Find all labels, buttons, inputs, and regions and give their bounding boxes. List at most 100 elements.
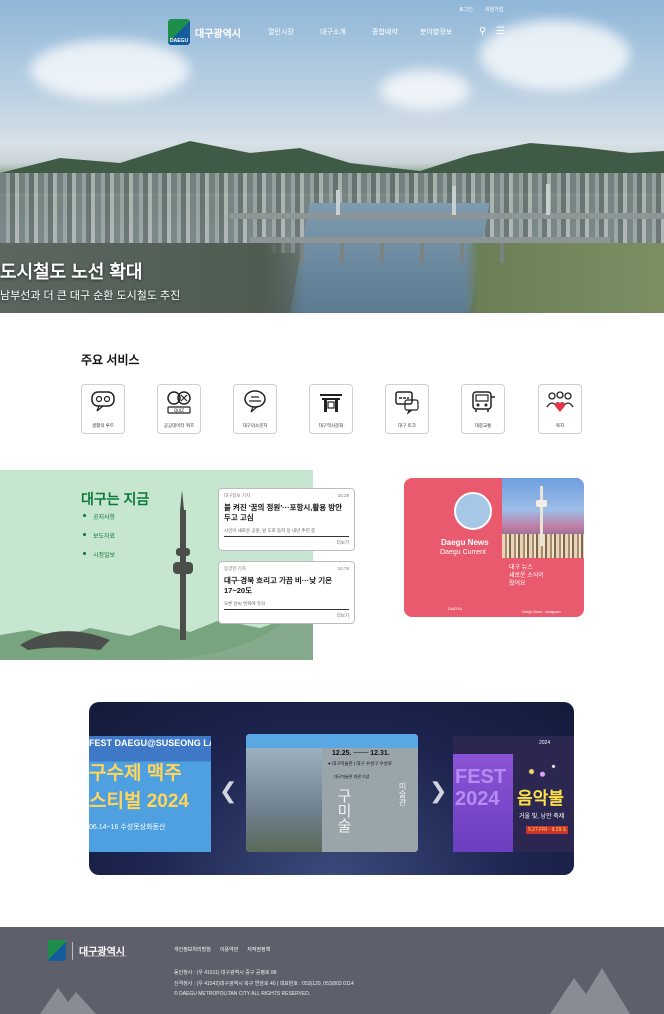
- news-subtitle: Daegu Current: [440, 549, 486, 556]
- bridge-pier: [420, 243, 424, 263]
- menu-item-about[interactable]: 대구소개: [320, 27, 346, 37]
- card-source: 동양한 기자: [224, 566, 246, 571]
- svg-text:QUIZ: QUIZ: [174, 408, 184, 413]
- card-more-link[interactable]: 더보기: [224, 540, 349, 546]
- top-navigation: DAEGU 대구광역시 열린시장 대구소개 종합예약 분야별정보 로그인 회원가…: [0, 0, 664, 60]
- bridge-pier: [380, 243, 384, 263]
- service-public-transit[interactable]: 대중교통: [461, 384, 505, 434]
- hero-subtitle: 남부선과 더 큰 대구 순환 도시철도 추진: [0, 290, 181, 302]
- bridge-pylon: [546, 184, 550, 215]
- footer-link-terms[interactable]: 이용약관: [220, 946, 238, 953]
- login-link[interactable]: 로그인: [459, 6, 473, 13]
- menu-item-reservation[interactable]: 종합예약: [372, 27, 398, 37]
- service-label: 공공데이터 퀴즈: [163, 423, 195, 428]
- people-heart-icon: [546, 391, 574, 412]
- slide-subtitle: 거울 빛, 낭만 축제: [519, 814, 565, 820]
- menu-item-info[interactable]: 분야별정보: [420, 27, 452, 37]
- bridge: [230, 213, 664, 219]
- signup-link[interactable]: 회원가입: [485, 6, 503, 13]
- service-label: 대구의소문자: [242, 423, 268, 428]
- news-desc-line: 왔어요: [509, 581, 526, 587]
- fireworks: [515, 756, 570, 782]
- carousel-slide-beer-festival[interactable]: FEST DAEGU@SUSEONG LAKE 구수제 맥주 스티벌 2024 …: [89, 736, 211, 852]
- slide-title: 스티벌 2024: [89, 791, 189, 812]
- chat-face-icon: [91, 391, 115, 412]
- slide-title: 구미술: [335, 788, 352, 833]
- site-logo[interactable]: DAEGU 대구광역시: [168, 19, 241, 45]
- link-notices[interactable]: 공지사항: [83, 512, 115, 521]
- card-source: 대구일보 기자: [224, 493, 251, 498]
- card-title: 불 켜진 '꿈의 정원'···포항시,활용 방안 두고 고심: [224, 503, 343, 522]
- footer-links: 개인정보처리방침 이용약관 저작권정책: [174, 946, 270, 953]
- daegu-now-title: 대구는 지금: [81, 491, 150, 507]
- site-footer: 대구광역시 DAEGU METROPOLITAN CITY 개인정보처리방침 이…: [0, 927, 664, 1014]
- hero-banner[interactable]: DAEGU 대구광역시 열린시장 대구소개 종합예약 분야별정보 로그인 회원가…: [0, 0, 664, 313]
- service-life-route[interactable]: 생활의 루트: [81, 384, 125, 434]
- service-daegu-talk[interactable]: 대구 토크: [385, 384, 429, 434]
- slide-side-text: FEST 2024: [455, 766, 507, 810]
- speech-bubble-icon: [244, 390, 266, 413]
- footer-link-privacy[interactable]: 개인정보처리방침: [174, 946, 211, 953]
- news-tower-pod: [536, 500, 547, 507]
- footer-mountain-decoration: [40, 988, 96, 1014]
- footer-mountain-decoration: [550, 968, 630, 1014]
- card-more-link[interactable]: 더보기: [224, 613, 349, 619]
- slide-title: 구수제 맥주: [89, 763, 182, 784]
- bridge: [250, 237, 610, 243]
- news-title: Daegu News: [441, 538, 489, 547]
- bridge-pylon: [336, 190, 340, 215]
- gate-icon: [320, 394, 342, 412]
- card-date: 10.76: [337, 566, 349, 571]
- carousel-next-arrow-icon[interactable]: ❯: [429, 778, 447, 804]
- footer-logo-english: DAEGU METROPOLITAN CITY: [84, 954, 127, 958]
- slide-year: 2024: [539, 740, 551, 746]
- news-desc-line: 대구 뉴스: [509, 565, 533, 571]
- search-icon[interactable]: ⚲: [479, 26, 486, 37]
- footer-address-dongin: 동인청사 : (우 41911) 대구광역시 중구 공평로 88: [174, 970, 277, 976]
- menu-item-open-mayor[interactable]: 열린시장: [268, 27, 294, 37]
- service-welfare[interactable]: 복지: [538, 384, 582, 434]
- news-card[interactable]: 대구일보 기자 10.28 불 켜진 '꿈의 정원'···포항시,활용 방안 두고…: [218, 488, 355, 551]
- bridge-pier: [340, 243, 344, 263]
- carousel-slide-art-museum[interactable]: 12.25. ─── 12.31. ● 대구미술관 | 대구 수성구 수성로 대…: [246, 734, 418, 852]
- news-profile-image: [454, 492, 492, 530]
- bridge-pier: [300, 243, 304, 263]
- carousel-prev-arrow-icon[interactable]: ❮: [219, 778, 237, 804]
- slide-date: 06.14~16 수성못상화동산: [89, 824, 166, 831]
- service-data-quiz[interactable]: QUIZ 공공데이터 퀴즈: [157, 384, 201, 434]
- service-label: 대중교통: [474, 423, 492, 428]
- slide-bunting: [246, 734, 418, 748]
- service-label: 생활의 루트: [92, 423, 114, 428]
- footer-link-copyright[interactable]: 저작권정책: [247, 946, 270, 953]
- news-city-buildings: [502, 534, 584, 558]
- event-carousel: FEST DAEGU@SUSEONG LAKE 구수제 맥주 스티벌 2024 …: [89, 702, 574, 875]
- news-footer-source: Daegu News · instagram: [522, 610, 561, 614]
- daegu-news-card[interactable]: Daegu News Daegu Current 대구 뉴스 새로운 소식이 왔…: [404, 478, 584, 617]
- news-footer-logo: DAEGU: [448, 606, 463, 611]
- carousel-slide-music-festival[interactable]: 2024 FEST 2024 음악불 거울 빛, 낭만 축제 9.27.FRI …: [453, 736, 574, 852]
- card-date: 10.28: [337, 493, 349, 498]
- hamburger-menu-icon[interactable]: ☰: [496, 26, 505, 37]
- news-desc-line: 새로운 소식이: [509, 573, 544, 579]
- service-history-culture[interactable]: 대구역사문화: [309, 384, 353, 434]
- news-description: 대구 뉴스 새로운 소식이 왔어요: [509, 564, 544, 588]
- news-card[interactable]: 동양한 기자 10.76 대구·경북 흐리고 가끔 비···낮 기온 17~20도…: [218, 561, 355, 624]
- slide-eyebrow: FEST DAEGU@SUSEONG LAKE: [89, 738, 211, 748]
- talk-icon: [395, 391, 419, 415]
- service-small-letters[interactable]: 대구의소문자: [233, 384, 277, 434]
- services-title: 주요 서비스: [81, 353, 140, 367]
- footer-copyright: © DAEGU METROPOLITAN CITY ALL RIGHTS RES…: [174, 991, 311, 997]
- slide-building-photo: [246, 748, 326, 852]
- link-press-release[interactable]: 보도자료: [83, 531, 115, 540]
- bridge-pier: [500, 243, 504, 263]
- footer-address-sangyeok: 산격청사 : (우 41542)대구광역시 북구 연암로 40 | 대표번호 :…: [174, 981, 354, 987]
- slide-date: 9.27.FRI - 9.29.S: [526, 826, 569, 834]
- bridge-pier: [460, 243, 464, 263]
- link-city-daily[interactable]: 시정일보: [83, 550, 115, 559]
- logo-text: 대구광역시: [195, 28, 241, 40]
- daegu-logo-icon: [48, 940, 66, 961]
- card-title: 대구·경북 흐리고 가끔 비···낮 기온 17~20도: [224, 576, 333, 595]
- slide-side-panel: FEST 2024: [453, 754, 513, 852]
- service-label: 대구 토크: [398, 423, 416, 428]
- service-label: 복지: [555, 423, 565, 428]
